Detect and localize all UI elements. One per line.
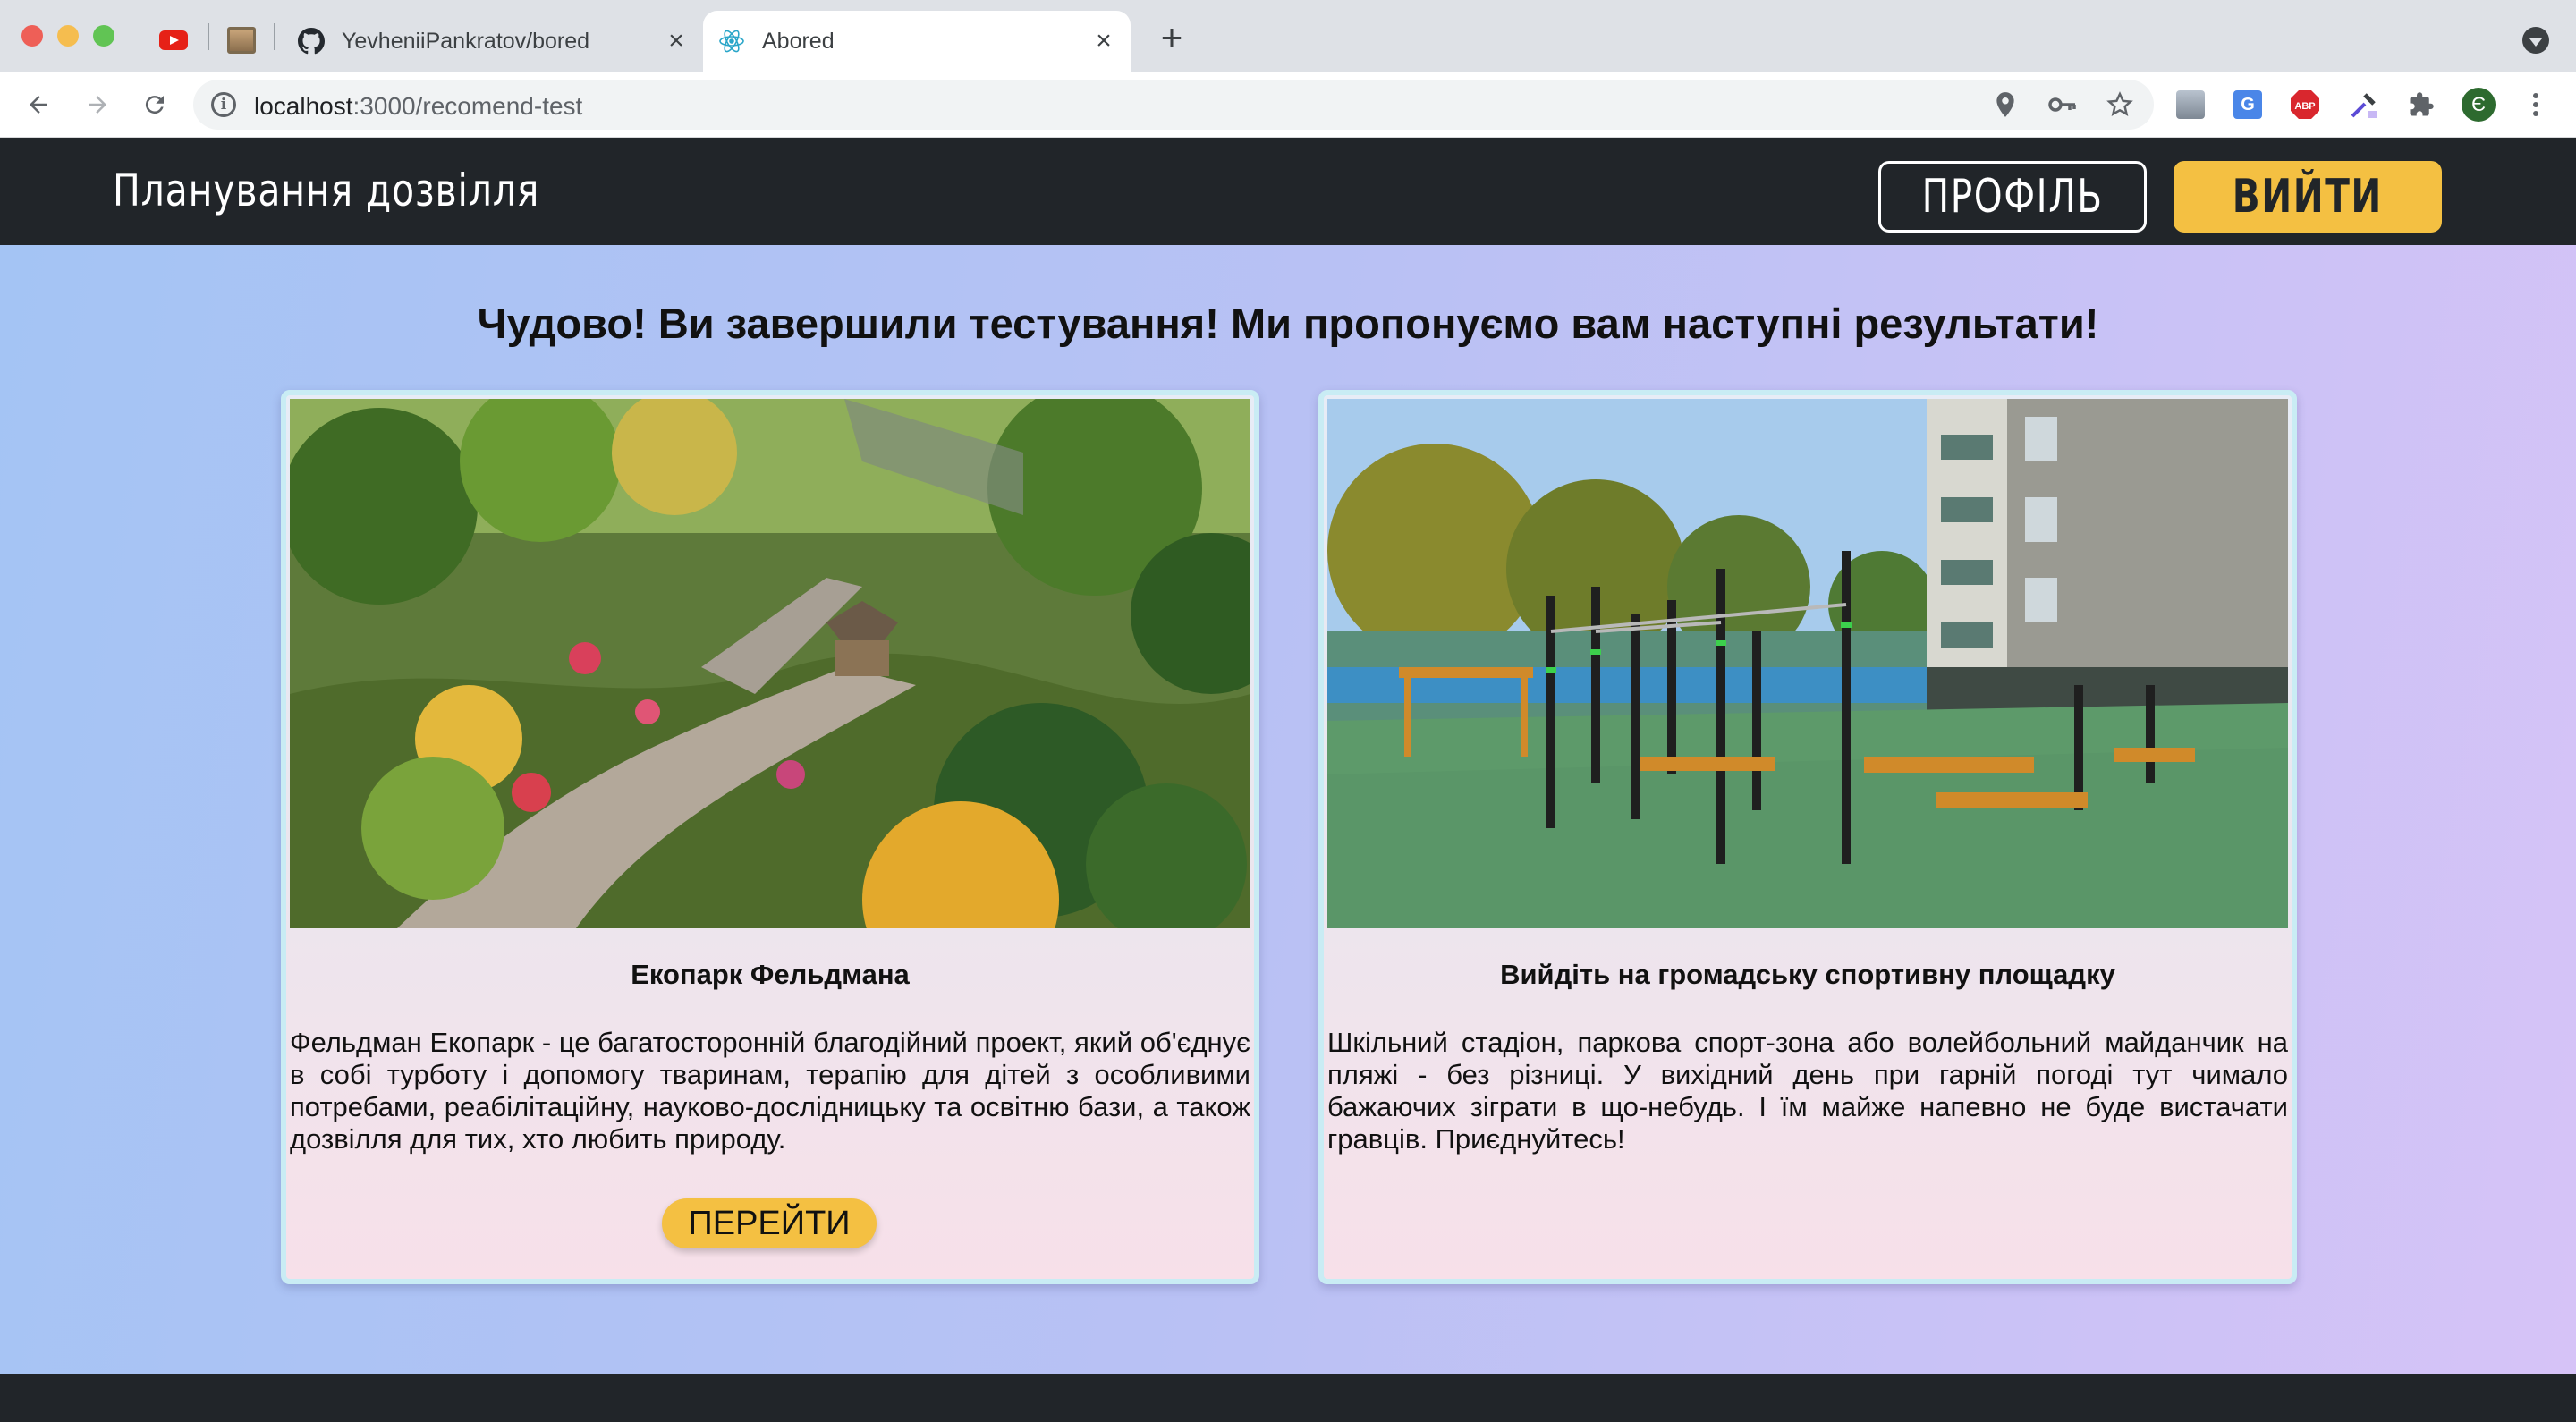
url-host: localhost	[254, 92, 353, 120]
logout-button[interactable]: ВИЙТИ	[2174, 161, 2442, 233]
window-zoom-button[interactable]	[93, 25, 114, 47]
page-heading: Чудово! Ви завершили тестування! Ми проп…	[477, 300, 2099, 347]
tab-title: YevheniiPankratov/bored	[342, 28, 590, 54]
react-icon	[717, 27, 746, 55]
url-path: :3000/recomend-test	[352, 92, 583, 120]
card-title: Вийдіть на громадську спортивну площадку	[1500, 959, 2115, 990]
park-photo	[290, 399, 1250, 928]
star-icon[interactable]	[2106, 90, 2134, 119]
recommendation-card: Вийдіть на громадську спортивну площадку…	[1318, 390, 2297, 1284]
reload-icon[interactable]	[134, 84, 175, 125]
tab-close-icon[interactable]: ×	[1089, 26, 1118, 55]
puzzle-icon[interactable]	[2404, 88, 2438, 122]
profile-button-label: ПРОФІЛЬ	[1921, 170, 2104, 224]
tab-close-icon[interactable]: ×	[662, 26, 691, 55]
profile-avatar[interactable]: Є	[2462, 88, 2496, 122]
recommendation-card: Екопарк Фельдмана Фельдман Екопарк - це …	[281, 390, 1259, 1284]
site-info-icon[interactable]: i	[211, 92, 236, 117]
extension-photo-icon[interactable]	[2174, 88, 2207, 122]
window-minimize-button[interactable]	[57, 25, 79, 47]
profile-button[interactable]: ПРОФІЛЬ	[1878, 161, 2147, 233]
card-description: Шкільний стадіон, паркова спорт-зона або…	[1327, 1027, 2288, 1155]
address-bar[interactable]: i localhost:3000/recomend-test	[193, 80, 2154, 130]
tab-title: Abored	[762, 28, 835, 54]
image-icon[interactable]	[227, 27, 256, 54]
url-text: localhost:3000/recomend-test	[254, 92, 582, 121]
tab-separator	[208, 23, 209, 50]
youtube-icon[interactable]	[159, 30, 188, 50]
card-description: Фельдман Екопарк - це багатосторонній бл…	[290, 1027, 1250, 1155]
key-icon[interactable]	[2048, 90, 2077, 119]
browser-tabstrip: YevheniiPankratov/bored × Abored × +	[0, 0, 2576, 72]
svg-text:ABP: ABP	[2294, 101, 2315, 112]
page-viewport: Планування дозвілля ПРОФІЛЬ ВИЙТИ Чудово…	[0, 138, 2576, 1422]
forward-icon[interactable]	[77, 84, 118, 125]
new-tab-button[interactable]: +	[1154, 16, 1190, 58]
main-content: Чудово! Ви завершили тестування! Ми проп…	[0, 245, 2576, 1374]
tab-abored[interactable]: Abored ×	[703, 11, 1131, 72]
github-icon	[297, 27, 326, 55]
browser-menu-icon[interactable]	[2519, 88, 2553, 122]
browser-toolbar: i localhost:3000/recomend-test G ABP Є	[0, 72, 2576, 138]
card-title: Екопарк Фельдмана	[631, 959, 910, 990]
google-translate-icon[interactable]: G	[2231, 88, 2265, 122]
back-icon[interactable]	[18, 84, 59, 125]
go-button[interactable]: ПЕРЕЙТИ	[662, 1198, 877, 1248]
tab-separator	[274, 23, 275, 50]
adblock-icon[interactable]: ABP	[2288, 88, 2322, 122]
app-footer	[0, 1374, 2576, 1422]
logout-button-label: ВИЙТИ	[2232, 170, 2384, 224]
app-header: Планування дозвілля ПРОФІЛЬ ВИЙТИ	[0, 138, 2576, 245]
tab-github[interactable]: YevheniiPankratov/bored ×	[283, 11, 703, 72]
window-close-button[interactable]	[21, 25, 43, 47]
sports-ground-photo	[1327, 399, 2288, 928]
location-icon[interactable]	[1991, 90, 2020, 119]
eyedropper-icon[interactable]	[2347, 88, 2381, 122]
tab-search-icon[interactable]	[2522, 27, 2549, 54]
brand-title[interactable]: Планування дозвілля	[113, 165, 539, 216]
